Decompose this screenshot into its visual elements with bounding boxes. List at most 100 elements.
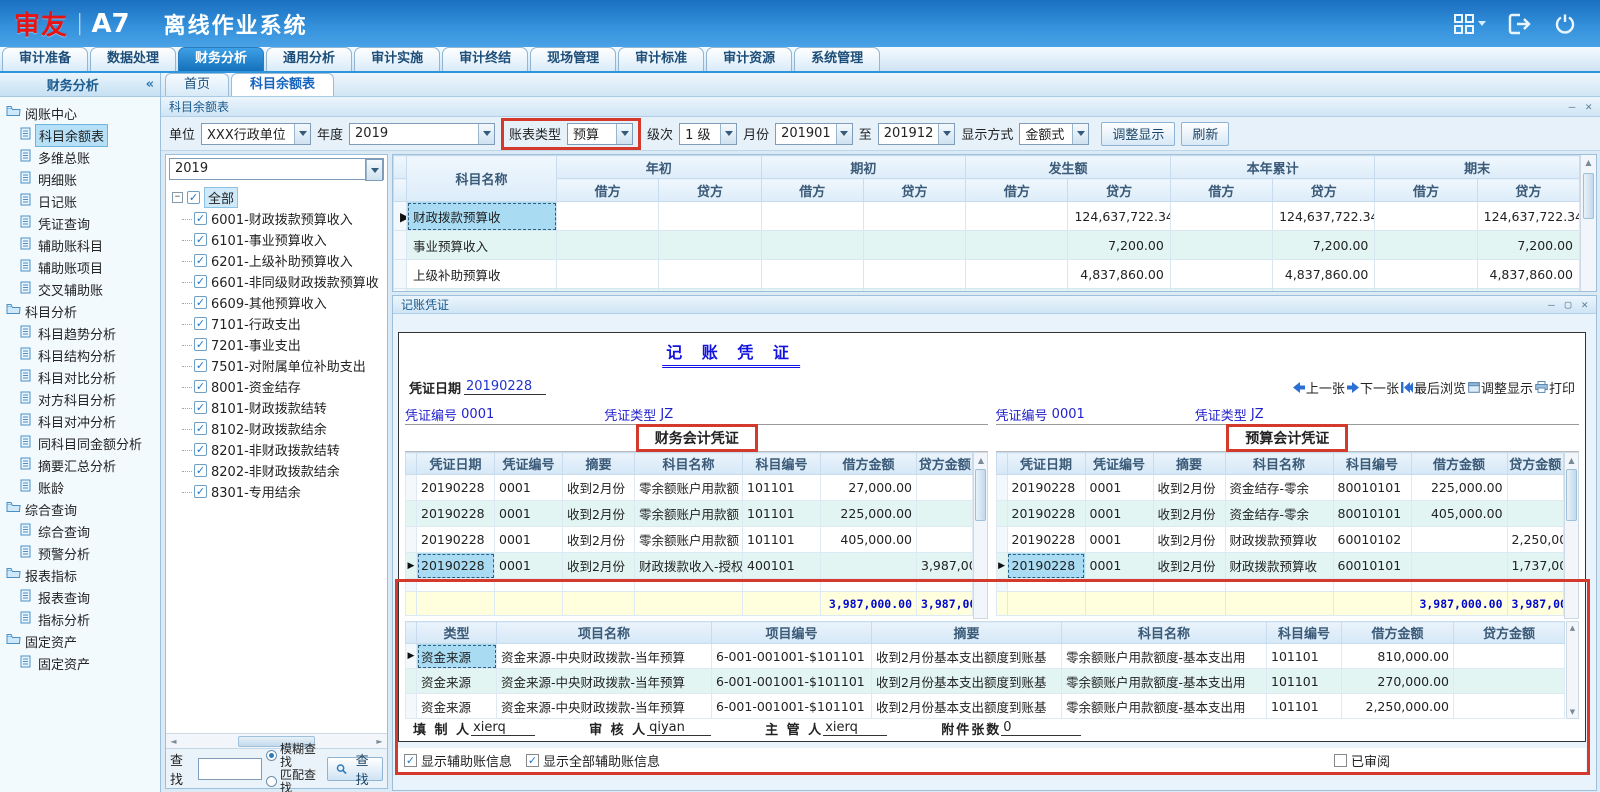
balance-cell[interactable]: 124,637,722.34 [1477,202,1579,231]
report-type-dropdown-icon[interactable] [616,124,632,144]
scrollbar-thumb[interactable] [1583,173,1594,219]
scroll-up-icon[interactable]: ▲ [1567,622,1578,634]
voucher-cell[interactable] [917,475,973,501]
balance-cell-name[interactable]: 事业预算收入 [407,231,557,260]
sidebar-item-4-1[interactable]: 报表查询 [20,586,160,608]
voucher-nav-3[interactable]: 最后浏览 [1401,378,1466,397]
sidebar-item-3-2[interactable]: 预警分析 [20,542,160,564]
voucher-cell[interactable]: 225,000.00 [821,501,917,527]
voucher-nav-1[interactable]: 上一张 [1293,378,1345,397]
checkbox-checked-icon[interactable] [194,359,207,372]
balance-cell[interactable] [1375,231,1477,260]
voucher-nav-4[interactable]: 调整显示 [1468,378,1533,397]
voucher-cell[interactable]: 0001 [495,501,563,527]
sidebar-item-2-4[interactable]: 对方科目分析 [20,388,160,410]
display-mode-dropdown-icon[interactable] [1072,124,1088,144]
detail-cell[interactable]: 资金来源-中央财政拨款-当年预算 [497,669,712,694]
voucher-cell[interactable]: 财政拨款预算收 [1225,527,1333,553]
doc-tab-1[interactable]: 首页 [165,73,229,96]
voucher-cell[interactable]: 0001 [1085,527,1153,553]
balance-vertical-scrollbar[interactable]: ▲ [1580,155,1596,291]
power-icon[interactable] [1554,13,1576,35]
voucher-cell[interactable] [917,501,973,527]
voucher-cell[interactable]: 0001 [1085,501,1153,527]
checkbox-checked-icon[interactable] [194,443,207,456]
tree-item-8[interactable]: 7501-对附属单位补助支出 [194,355,387,376]
balance-cell[interactable] [761,260,863,289]
balance-cell[interactable] [966,231,1068,260]
checkbox-checked-icon[interactable] [187,191,200,204]
balance-cell[interactable] [659,231,761,260]
voucher-cell[interactable]: 20190228 [417,475,495,501]
detail-cell[interactable]: 2,250,000.00 [1342,694,1454,719]
balance-cell[interactable] [761,202,863,231]
checkbox-checked-icon[interactable] [194,317,207,330]
detail-cell[interactable]: 6-001-001001-$101101 [712,644,872,669]
balance-cell-name[interactable]: 上级补助预算收 [407,260,557,289]
report-type-select[interactable]: 预算 [567,123,633,145]
detail-cell[interactable]: 资金来源 [417,644,497,669]
tree-item-6[interactable]: 7101-行政支出 [194,313,387,334]
sidebar-group-1[interactable]: 阅账中心 [6,102,160,124]
detail-cell[interactable] [1454,644,1565,669]
doc-tab-2[interactable]: 科目余额表 [231,73,334,96]
voucher-cell[interactable]: 2,250,000.00 [1507,527,1563,553]
menu-tab-8[interactable]: 审计标准 [618,47,704,71]
voucher-cell[interactable]: 0001 [1085,553,1153,579]
level-select[interactable]: 1 级 [679,123,737,145]
menu-tab-1[interactable]: 审计准备 [2,47,88,71]
menu-tab-4[interactable]: 通用分析 [266,47,352,71]
table-row[interactable]: 资金来源资金来源-中央财政拨款-当年预算6-001-001001-$101101… [406,694,1565,719]
sidebar-item-5-1[interactable]: 固定资产 [20,652,160,674]
table-row[interactable]: 201902280001收到2月份零余额账户用款额101101405,000.0… [406,527,973,553]
voucher-cell[interactable]: 0001 [495,527,563,553]
voucher-cell[interactable]: 80010101 [1333,475,1411,501]
table-row[interactable]: ▶财政拨款预算收124,637,722.34124,637,722.34124,… [394,202,1580,231]
search-button[interactable]: 查找 [327,757,383,781]
fuzzy-search-radio[interactable]: 模糊查找 [266,743,323,769]
tree-root-row[interactable]: −全部 [172,187,387,208]
table-row[interactable]: ▶201902280001收到2月份财政拨款预算收600101011,737,0… [996,553,1563,579]
voucher-cell[interactable]: 零余额账户用款额 [635,527,743,553]
search-input[interactable] [198,758,262,780]
balance-cell[interactable] [557,260,659,289]
balance-cell[interactable] [659,260,761,289]
table-row[interactable]: 201902280001收到2月份资金结存-零余80010101225,000.… [996,475,1563,501]
tree-item-9[interactable]: 8001-资金结存 [194,376,387,397]
scroll-left-icon[interactable]: ◄ [166,737,181,746]
balance-cell[interactable]: 7,200.00 [1068,231,1170,260]
tree-item-12[interactable]: 8201-非财政拨款结转 [194,439,387,460]
voucher-cell[interactable]: 资金结存-零余 [1225,501,1333,527]
logout-icon[interactable] [1508,13,1532,35]
voucher-cell[interactable]: 收到2月份 [563,527,635,553]
balance-cell[interactable] [966,202,1068,231]
tree-item-7[interactable]: 7201-事业支出 [194,334,387,355]
table-row[interactable]: 201902280001收到2月份财政拨款预算收600101022,250,00… [996,527,1563,553]
voucher-cell[interactable]: 101101 [743,501,821,527]
tree-item-4[interactable]: 6601-非同级财政拨款预算收 [194,271,387,292]
checkbox-checked-icon[interactable] [194,464,207,477]
detail-cell[interactable]: 270,000.00 [1342,669,1454,694]
tree-item-2[interactable]: 6101-事业预算收入 [194,229,387,250]
table-row[interactable]: ▶201902280001收到2月份财政拨款收入-授权4001013,987,0… [406,553,973,579]
tree-item-13[interactable]: 8202-非财政拨款结余 [194,460,387,481]
voucher-cell[interactable]: 收到2月份 [1153,553,1225,579]
detail-cell[interactable]: 810,000.00 [1342,644,1454,669]
balance-cell[interactable] [761,231,863,260]
voucher-cell[interactable]: 收到2月份 [563,501,635,527]
adjust-display-button[interactable]: 调整显示 [1101,122,1175,146]
voucher-cell[interactable]: 财政拨款预算收 [1225,553,1333,579]
voucher-cell[interactable]: 收到2月份 [1153,527,1225,553]
voucher-cell[interactable]: 20190228 [1007,475,1085,501]
voucher-cell[interactable]: 60010101 [1333,553,1411,579]
balance-cell[interactable]: 124,637,722.34 [1273,202,1375,231]
voucher-cell[interactable] [1507,475,1563,501]
sidebar-group-5[interactable]: 固定资产 [6,630,160,652]
menu-tab-3[interactable]: 财务分析 [178,47,264,71]
sidebar-group-3[interactable]: 综合查询 [6,498,160,520]
voucher-cell[interactable]: 1,737,000.00 [1507,553,1563,579]
voucher-cell[interactable]: 20190228 [1007,553,1085,579]
detail-cell[interactable]: 零余额账户用款额度-基本支出用 [1062,669,1267,694]
show-all-aux-checkbox[interactable]: 显示全部辅助账信息 [526,751,660,770]
unit-dropdown-icon[interactable] [294,124,310,144]
